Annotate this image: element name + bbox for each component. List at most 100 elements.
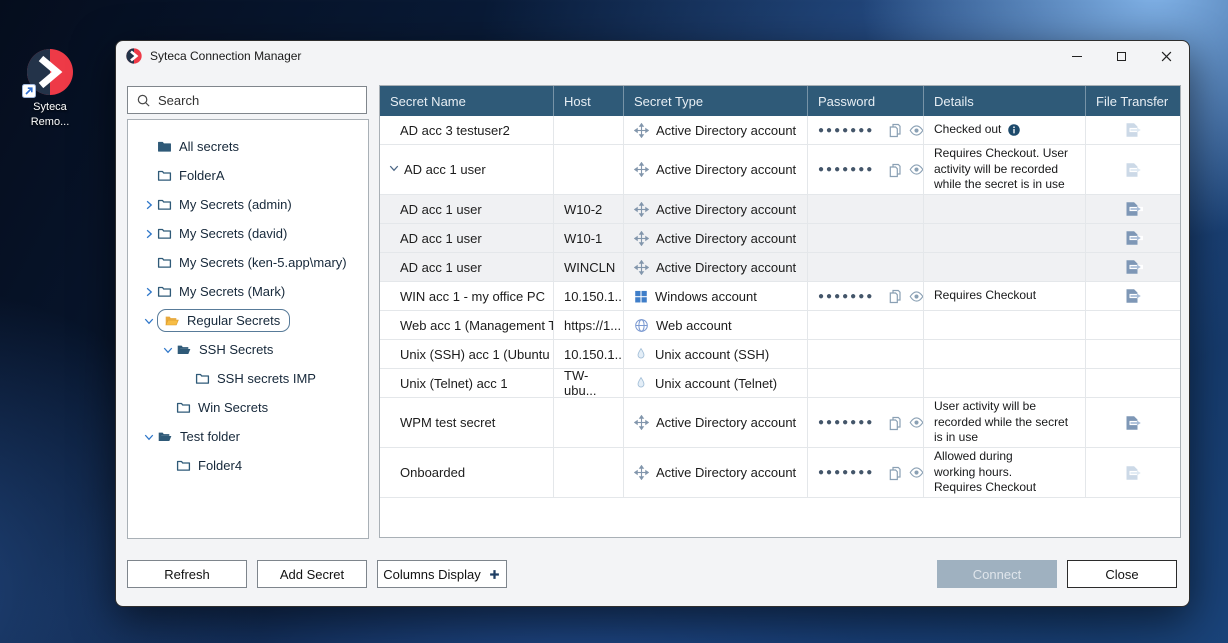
secret-name-text: Unix (SSH) acc 1 (Ubuntu 22.04 bbox=[400, 347, 554, 362]
cell-secret-name: AD acc 1 user bbox=[380, 253, 554, 281]
tree-node[interactable]: My Secrets (ken-5.app\mary) bbox=[157, 255, 347, 270]
tree-item-regular-secrets[interactable]: Regular Secrets bbox=[128, 306, 368, 335]
connect-button[interactable]: Connect bbox=[937, 560, 1057, 588]
file-transfer-enabled-icon[interactable] bbox=[1123, 259, 1143, 275]
file-transfer-enabled-icon[interactable] bbox=[1123, 415, 1143, 431]
table-row-unix-ssh-acc-1-ubuntu-22-04-10-150-1[interactable]: Unix (SSH) acc 1 (Ubuntu 22.0410.150.1..… bbox=[380, 340, 1180, 369]
show-password-icon[interactable] bbox=[908, 415, 924, 430]
cell-secret-type: Active Directory account bbox=[624, 253, 808, 281]
folder-outline-icon bbox=[195, 371, 210, 386]
columns-display-button[interactable]: Columns Display bbox=[377, 560, 507, 588]
file-transfer-enabled-icon[interactable] bbox=[1123, 201, 1143, 217]
cell-host bbox=[554, 448, 624, 497]
chevron-down-icon[interactable] bbox=[141, 431, 157, 443]
column-header-host[interactable]: Host bbox=[554, 86, 624, 116]
cell-file-transfer bbox=[1086, 116, 1180, 144]
copy-password-icon[interactable] bbox=[887, 415, 903, 431]
copy-password-icon[interactable] bbox=[887, 122, 903, 138]
table-row-wpm-test-secret[interactable]: WPM test secretActive Directory account●… bbox=[380, 398, 1180, 448]
minimize-button[interactable] bbox=[1054, 41, 1099, 71]
row-expand-chevron-icon[interactable] bbox=[388, 162, 400, 177]
file-transfer-enabled-icon[interactable] bbox=[1123, 230, 1143, 246]
tree-item-all-secrets[interactable]: All secrets bbox=[128, 132, 368, 161]
cell-secret-type: Active Directory account bbox=[624, 195, 808, 223]
tree-node[interactable]: SSH Secrets bbox=[176, 342, 273, 357]
tree-item-ssh-secrets[interactable]: SSH Secrets bbox=[128, 335, 368, 364]
cell-password: ●●●●●●● bbox=[808, 398, 924, 447]
tree-item-my-secrets-mark[interactable]: My Secrets (Mark) bbox=[128, 277, 368, 306]
tree-node[interactable]: Test folder bbox=[157, 429, 240, 444]
table-row-ad-acc-1-user-w10-1[interactable]: AD acc 1 userW10-1Active Directory accou… bbox=[380, 224, 1180, 253]
column-header-details[interactable]: Details bbox=[924, 86, 1086, 116]
column-header-secret-type[interactable]: Secret Type bbox=[624, 86, 808, 116]
details-text: Requires Checkout. User activity will be… bbox=[934, 146, 1075, 193]
search-box[interactable] bbox=[127, 86, 367, 114]
cell-password bbox=[808, 253, 924, 281]
column-header-password[interactable]: Password bbox=[808, 86, 924, 116]
table-row-ad-acc-1-user-wincln[interactable]: AD acc 1 userWINCLNActive Directory acco… bbox=[380, 253, 1180, 282]
table-row-unix-telnet-acc-1-tw-ubu[interactable]: Unix (Telnet) acc 1TW-ubu...Unix account… bbox=[380, 369, 1180, 398]
tree-item-ssh-secrets-imp[interactable]: SSH secrets IMP bbox=[128, 364, 368, 393]
copy-password-icon[interactable] bbox=[887, 465, 903, 481]
cell-details bbox=[924, 224, 1086, 252]
chevron-down-icon[interactable] bbox=[141, 315, 157, 327]
window-title: Syteca Connection Manager bbox=[150, 49, 301, 63]
chevron-right-icon[interactable] bbox=[141, 228, 157, 240]
cell-host bbox=[554, 398, 624, 447]
folder-filled-icon bbox=[157, 139, 172, 154]
tree-node[interactable]: All secrets bbox=[157, 139, 239, 154]
search-input[interactable] bbox=[158, 93, 358, 108]
table-row-onboarded[interactable]: OnboardedActive Directory account●●●●●●●… bbox=[380, 448, 1180, 498]
close-button[interactable] bbox=[1144, 41, 1189, 71]
secret-type-label: Active Directory account bbox=[656, 465, 796, 480]
tree-item-my-secrets-david[interactable]: My Secrets (david) bbox=[128, 219, 368, 248]
tree-node[interactable]: Win Secrets bbox=[176, 400, 268, 415]
show-password-icon[interactable] bbox=[908, 465, 924, 480]
close-dialog-button[interactable]: Close bbox=[1067, 560, 1177, 588]
refresh-button[interactable]: Refresh bbox=[127, 560, 247, 588]
file-transfer-disabled-icon bbox=[1123, 122, 1143, 138]
table-row-ad-acc-3-testuser2[interactable]: AD acc 3 testuser2Active Directory accou… bbox=[380, 116, 1180, 145]
ad-account-icon bbox=[634, 415, 649, 430]
maximize-button[interactable] bbox=[1099, 41, 1144, 71]
table-row-ad-acc-1-user[interactable]: AD acc 1 userActive Directory account●●●… bbox=[380, 145, 1180, 195]
chevron-right-icon[interactable] bbox=[141, 286, 157, 298]
chevron-right-icon[interactable] bbox=[141, 199, 157, 211]
table-row-web-acc-1-management-tool-https-1[interactable]: Web acc 1 (Management Toolhttps://1...We… bbox=[380, 311, 1180, 340]
file-transfer-enabled-icon[interactable] bbox=[1123, 288, 1143, 304]
copy-password-icon[interactable] bbox=[887, 162, 903, 178]
tree-node[interactable]: My Secrets (admin) bbox=[157, 197, 292, 212]
secret-name-text: Web acc 1 (Management Tool bbox=[400, 318, 554, 333]
tree-node[interactable]: My Secrets (david) bbox=[157, 226, 287, 241]
tree-item-my-secrets-ken-5-app-mary[interactable]: My Secrets (ken-5.app\mary) bbox=[128, 248, 368, 277]
column-header-secret-name[interactable]: Secret Name bbox=[380, 86, 554, 116]
cell-password bbox=[808, 311, 924, 339]
tree-node[interactable]: SSH secrets IMP bbox=[195, 371, 316, 386]
details-text: Allowed during working hours. Requires C… bbox=[934, 449, 1036, 496]
tree-node[interactable]: My Secrets (Mark) bbox=[157, 284, 285, 299]
show-password-icon[interactable] bbox=[908, 162, 924, 177]
tree-item-folder4[interactable]: Folder4 bbox=[128, 451, 368, 480]
tree-item-win-secrets[interactable]: Win Secrets bbox=[128, 393, 368, 422]
column-header-file-transfer[interactable]: File Transfer bbox=[1086, 86, 1180, 116]
chevron-down-icon[interactable] bbox=[160, 344, 176, 356]
tree-node-selected[interactable]: Regular Secrets bbox=[157, 309, 290, 332]
tree-item-my-secrets-admin[interactable]: My Secrets (admin) bbox=[128, 190, 368, 219]
password-mask: ●●●●●●● bbox=[818, 417, 874, 428]
show-password-icon[interactable] bbox=[908, 123, 924, 138]
copy-password-icon[interactable] bbox=[887, 288, 903, 304]
tree-item-test-folder[interactable]: Test folder bbox=[128, 422, 368, 451]
show-password-icon[interactable] bbox=[908, 289, 924, 304]
tree-node[interactable]: FolderA bbox=[157, 168, 225, 183]
details-text: User activity will be recorded while the… bbox=[934, 399, 1075, 446]
windows-account-icon bbox=[634, 289, 648, 303]
cell-details bbox=[924, 340, 1086, 368]
info-icon[interactable] bbox=[1007, 123, 1021, 137]
file-transfer-disabled-icon bbox=[1123, 162, 1143, 178]
add-secret-button[interactable]: Add Secret bbox=[257, 560, 367, 588]
tree-item-foldera[interactable]: FolderA bbox=[128, 161, 368, 190]
table-row-win-acc-1-my-office-pc-10-150-1[interactable]: WIN acc 1 - my office PC10.150.1...Windo… bbox=[380, 282, 1180, 311]
desktop-shortcut-syteca[interactable]: Syteca Remo... bbox=[14, 48, 86, 130]
table-row-ad-acc-1-user-w10-2[interactable]: AD acc 1 userW10-2Active Directory accou… bbox=[380, 195, 1180, 224]
tree-node[interactable]: Folder4 bbox=[176, 458, 242, 473]
